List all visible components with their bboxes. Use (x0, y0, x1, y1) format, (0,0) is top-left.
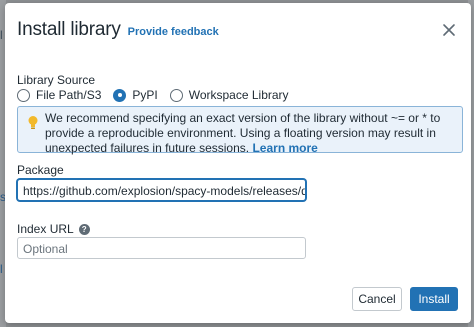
dialog-header: Install library Provide feedback (17, 19, 219, 41)
index-url-label: Index URL (17, 222, 74, 236)
radio-label: PyPI (132, 88, 158, 102)
radio-pypi[interactable]: PyPI (113, 88, 158, 102)
radio-circle-selected[interactable] (113, 88, 127, 102)
learn-more-link[interactable]: Learn more (252, 141, 317, 155)
dialog-title: Install library (17, 19, 121, 40)
package-input[interactable]: https://github.com/explosion/spacy-model… (17, 179, 306, 201)
help-icon[interactable]: ? (78, 223, 90, 235)
radio-label: Workspace Library (188, 88, 289, 102)
info-message: We recommend specifying an exact version… (45, 111, 454, 156)
library-source-label: Library Source (17, 73, 96, 87)
radio-file-path-s3[interactable]: File Path/S3 (17, 88, 101, 102)
install-library-dialog: Install library Provide feedback Library… (5, 3, 471, 323)
radio-circle[interactable] (169, 88, 183, 102)
package-label: Package (17, 163, 64, 177)
install-button[interactable]: Install (410, 287, 458, 311)
cancel-button[interactable]: Cancel (352, 287, 402, 311)
library-source-radio-group: File Path/S3 PyPI Workspace Library (17, 88, 301, 102)
info-text: We recommend specifying an exact version… (45, 111, 441, 155)
index-url-input[interactable]: Optional (17, 237, 306, 259)
close-icon[interactable] (441, 22, 457, 38)
radio-label: File Path/S3 (36, 88, 102, 102)
index-url-label-row: Index URL ? (17, 222, 90, 236)
radio-workspace-library[interactable]: Workspace Library (169, 88, 289, 102)
provide-feedback-link[interactable]: Provide feedback (128, 26, 219, 38)
backdrop-text-fragment: l (0, 28, 3, 42)
lightbulb-icon (27, 115, 39, 130)
info-banner: We recommend specifying an exact version… (17, 106, 463, 156)
backdrop-text-fragment: l (0, 262, 3, 276)
radio-circle[interactable] (17, 88, 30, 102)
